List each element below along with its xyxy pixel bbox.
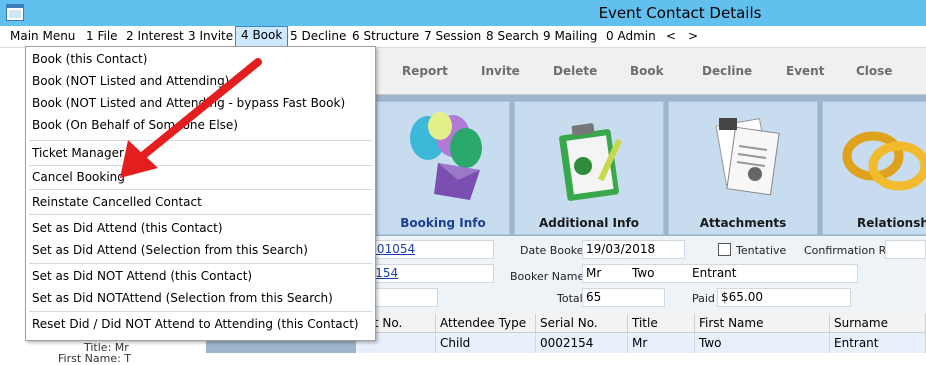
left-first-name-label: First Name: T <box>58 352 132 365</box>
rings-icon <box>833 108 926 211</box>
menu-book-this-contact[interactable]: Book (this Contact) <box>26 49 375 70</box>
balloons-icon <box>377 108 509 211</box>
paid-field[interactable]: $65.00 <box>717 288 851 307</box>
menu-scroll-right[interactable]: > <box>683 27 703 46</box>
grid-header-serial-no[interactable]: Serial No. <box>536 314 628 333</box>
grid-cell-serial-no[interactable]: 0002154 <box>536 333 628 353</box>
menu-search[interactable]: 8 Search <box>481 27 544 46</box>
menu-separator <box>29 263 372 264</box>
menu-separator <box>29 140 372 141</box>
window-title: Event Contact Details <box>598 4 762 22</box>
serial-field[interactable]: 02154 <box>356 264 494 283</box>
menu-mailing[interactable]: 9 Mailing <box>538 27 602 46</box>
title-bar: Event Contact Details <box>0 0 926 26</box>
menu-book-on-behalf[interactable]: Book (On Behalf of Someone Else) <box>26 115 375 136</box>
booker-title: Mr <box>586 266 602 280</box>
booker-last-name: Entrant <box>692 266 737 280</box>
clipboard-icon <box>515 108 663 211</box>
book-button[interactable]: Book <box>630 64 664 78</box>
tile-relationships-label: Relationship <box>857 216 926 230</box>
menu-reset-did-attend[interactable]: Reset Did / Did NOT Attend to Attending … <box>26 314 375 335</box>
menu-invite[interactable]: 3 Invite <box>183 27 238 46</box>
report-button[interactable]: Report <box>402 64 448 78</box>
invite-button[interactable]: Invite <box>481 64 520 78</box>
menu-separator <box>29 311 372 312</box>
date-booked-label: Date Booked <box>520 244 591 257</box>
tentative-label: Tentative <box>736 244 787 257</box>
delete-button[interactable]: Delete <box>553 64 597 78</box>
menu-separator <box>29 165 372 166</box>
tile-additional-info-label: Additional Info <box>538 216 640 230</box>
tile-booking-info-label: Booking Info <box>400 216 486 230</box>
grid-header-title[interactable]: Title <box>628 314 695 333</box>
menu-session[interactable]: 7 Session <box>419 27 486 46</box>
menu-book-not-listed-bypass[interactable]: Book (NOT Listed and Attending - bypass … <box>26 93 375 114</box>
booker-first-name: Two <box>632 266 655 280</box>
menu-interest[interactable]: 2 Interest <box>121 27 189 46</box>
date-booked-field[interactable]: 19/03/2018 <box>582 240 685 259</box>
booker-name-label: Booker Name <box>510 270 585 283</box>
confirmation-ref-field[interactable] <box>885 240 926 259</box>
paid-label: Paid <box>692 292 715 305</box>
menu-set-did-attend-contact[interactable]: Set as Did Attend (this Contact) <box>26 218 375 239</box>
decline-button[interactable]: Decline <box>702 64 752 78</box>
booker-name-field[interactable]: Mr Two Entrant <box>582 264 858 283</box>
menu-structure[interactable]: 6 Structure <box>347 27 424 46</box>
grid-header-first-name[interactable]: First Name <box>695 314 830 333</box>
menu-set-did-not-attend-contact[interactable]: Set as Did NOT Attend (this Contact) <box>26 266 375 287</box>
grid-cell-first-name[interactable]: Two <box>695 333 830 353</box>
menu-set-did-not-attend-selection[interactable]: Set as Did NOTAttend (Selection from thi… <box>26 288 375 309</box>
tile-relationships[interactable]: Relationship <box>822 101 926 235</box>
menu-bar: Main Menu 1 File 2 Interest 3 Invite 4 B… <box>0 26 926 48</box>
menu-scroll-left[interactable]: < <box>661 27 681 46</box>
menu-admin[interactable]: 0 Admin <box>601 27 661 46</box>
tile-attachments-label: Attachments <box>699 216 787 230</box>
menu-decline[interactable]: 5 Decline <box>285 27 351 46</box>
toolbar: Report Invite Delete Book Decline Event … <box>376 48 926 95</box>
menu-ticket-manager[interactable]: Ticket Manager <box>26 143 375 164</box>
tile-attachments[interactable]: Attachments <box>668 101 818 235</box>
total-field[interactable]: 65 <box>582 288 665 307</box>
documents-icon <box>669 108 817 211</box>
book-dropdown-menu: Book (this Contact) Book (NOT Listed and… <box>25 46 376 341</box>
event-button[interactable]: Event <box>786 64 824 78</box>
app-window-icon <box>6 4 24 21</box>
booking-ref-field[interactable]: G001054 <box>356 240 494 259</box>
menu-separator <box>29 214 372 215</box>
tile-booking-info[interactable]: Booking Info <box>376 101 510 235</box>
grid-cell-surname[interactable]: Entrant <box>830 333 926 353</box>
menu-book[interactable]: 4 Book <box>235 26 289 47</box>
menu-reinstate-cancelled[interactable]: Reinstate Cancelled Contact <box>26 192 375 213</box>
confirmation-ref-label: Confirmation Ref <box>804 244 897 257</box>
menu-main-menu[interactable]: Main Menu <box>5 27 80 46</box>
menu-cancel-booking[interactable]: Cancel Booking <box>26 167 375 188</box>
grid-header-surname[interactable]: Surname <box>830 314 926 333</box>
menu-book-not-listed-attending[interactable]: Book (NOT Listed and Attending) <box>26 71 375 92</box>
grid-cell-title[interactable]: Mr <box>628 333 695 353</box>
tentative-checkbox[interactable] <box>718 243 731 256</box>
total-label: Total <box>557 292 583 305</box>
attendee-grid: ket No. Attendee Type Serial No. Title F… <box>356 314 926 353</box>
menu-separator <box>29 189 372 190</box>
menu-file[interactable]: 1 File <box>81 27 123 46</box>
close-button[interactable]: Close <box>856 64 892 78</box>
grid-header-attendee-type[interactable]: Attendee Type <box>436 314 536 333</box>
menu-set-did-attend-selection[interactable]: Set as Did Attend (Selection from this S… <box>26 240 375 261</box>
tile-additional-info[interactable]: Additional Info <box>514 101 664 235</box>
grid-cell-attendee-type[interactable]: Child <box>436 333 536 353</box>
